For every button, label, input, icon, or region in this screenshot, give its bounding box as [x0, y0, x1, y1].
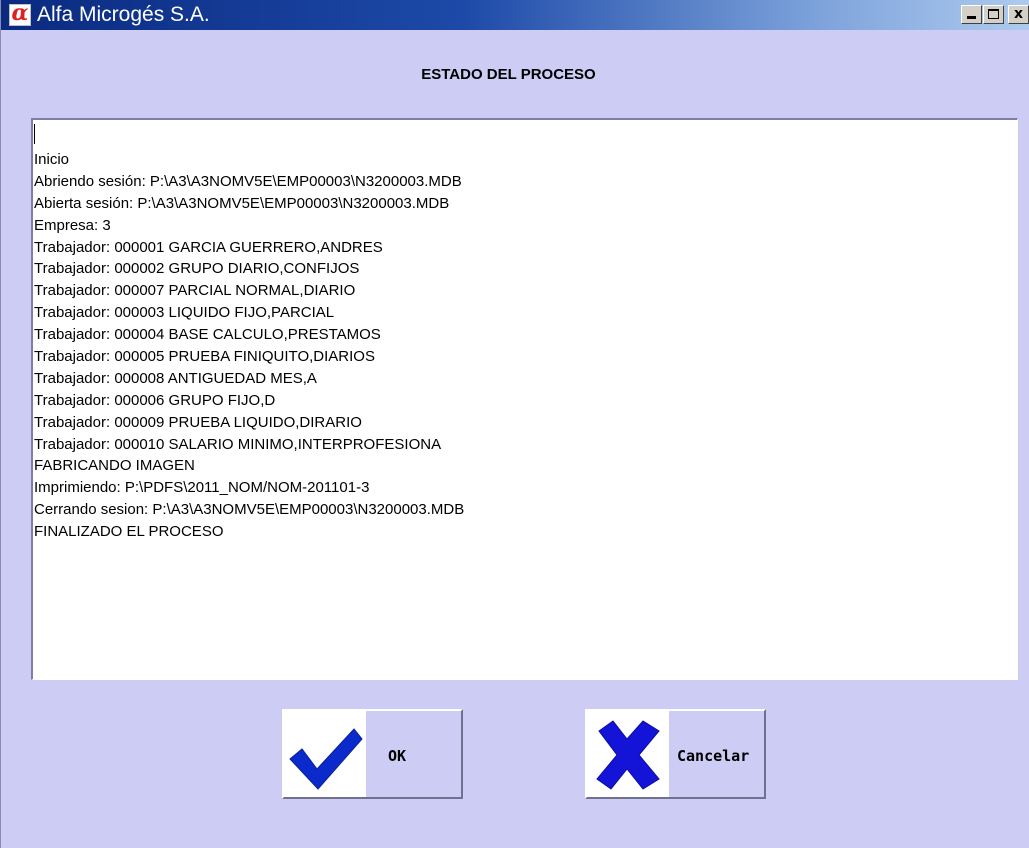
process-status-heading: ESTADO DEL PROCESO: [421, 66, 596, 83]
log-line: FINALIZADO EL PROCESO: [34, 523, 224, 541]
minimize-button[interactable]: [961, 5, 982, 24]
x-mark-icon: [596, 720, 660, 790]
log-line: Abierta sesión: P:\A3\A3NOMV5E\EMP00003\…: [34, 194, 450, 212]
ok-icon-box: [284, 711, 366, 797]
log-line: Cerrando sesion: P:\A3\A3NOMV5E\EMP00003…: [34, 501, 465, 519]
window-title: Alfa Microgés S.A.: [37, 3, 210, 26]
ok-button[interactable]: OK: [282, 709, 463, 799]
log-line: Trabajador: 000008 ANTIGUEDAD MES,A: [34, 369, 317, 387]
maximize-button[interactable]: [983, 5, 1004, 24]
log-line: FABRICANDO IMAGEN: [34, 457, 195, 475]
dialog-window: α Alfa Microgés S.A. x ESTADO DEL PROCES…: [0, 0, 1029, 848]
ok-button-label: OK: [388, 747, 407, 765]
log-line: Trabajador: 000005 PRUEBA FINIQUITO,DIAR…: [34, 348, 375, 366]
log-line: Trabajador: 000002 GRUPO DIARIO,CONFIJOS: [34, 260, 360, 278]
log-line: Imprimiendo: P:\PDFS\2011_NOM/NOM-201101…: [34, 479, 370, 497]
log-line: Trabajador: 000010 SALARIO MINIMO,INTERP…: [34, 435, 442, 453]
cancel-button[interactable]: Cancelar: [585, 709, 766, 799]
log-line: Trabajador: 000009 PRUEBA LIQUIDO,DIRARI…: [34, 413, 362, 431]
alpha-app-icon[interactable]: α: [9, 0, 31, 26]
log-line: Trabajador: 000003 LIQUIDO FIJO,PARCIAL: [34, 304, 335, 322]
log-line: Empresa: 3: [34, 216, 111, 234]
maximize-icon: [988, 9, 999, 19]
log-line: Trabajador: 000001 GARCIA GUERRERO,ANDRE…: [34, 238, 383, 256]
log-line: Trabajador: 000007 PARCIAL NORMAL,DIARIO: [34, 282, 356, 300]
close-button[interactable]: x: [1008, 5, 1029, 24]
log-line: Inicio: [34, 151, 70, 168]
title-bar[interactable]: α Alfa Microgés S.A. x: [1, 0, 1029, 30]
app-icon-glyph: α: [11, 0, 29, 26]
text-caret: [34, 124, 35, 144]
cancel-icon-box: [587, 711, 669, 797]
checkmark-icon: [289, 728, 363, 790]
log-line: Trabajador: 000004 BASE CALCULO,PRESTAMO…: [34, 326, 381, 344]
close-icon: x: [1013, 6, 1024, 22]
log-line: Trabajador: 000006 GRUPO FIJO,D: [34, 391, 276, 409]
minimize-icon: [967, 16, 976, 19]
log-line: Abriendo sesión: P:\A3\A3NOMV5E\EMP00003…: [34, 172, 462, 190]
process-log-textarea[interactable]: Inicio Abriendo sesión: P:\A3\A3NOMV5E\EM…: [31, 118, 1018, 680]
log-lines: Inicio Abriendo sesión: P:\A3\A3NOMV5E\EM…: [34, 150, 464, 544]
cancel-button-label: Cancelar: [677, 747, 750, 765]
